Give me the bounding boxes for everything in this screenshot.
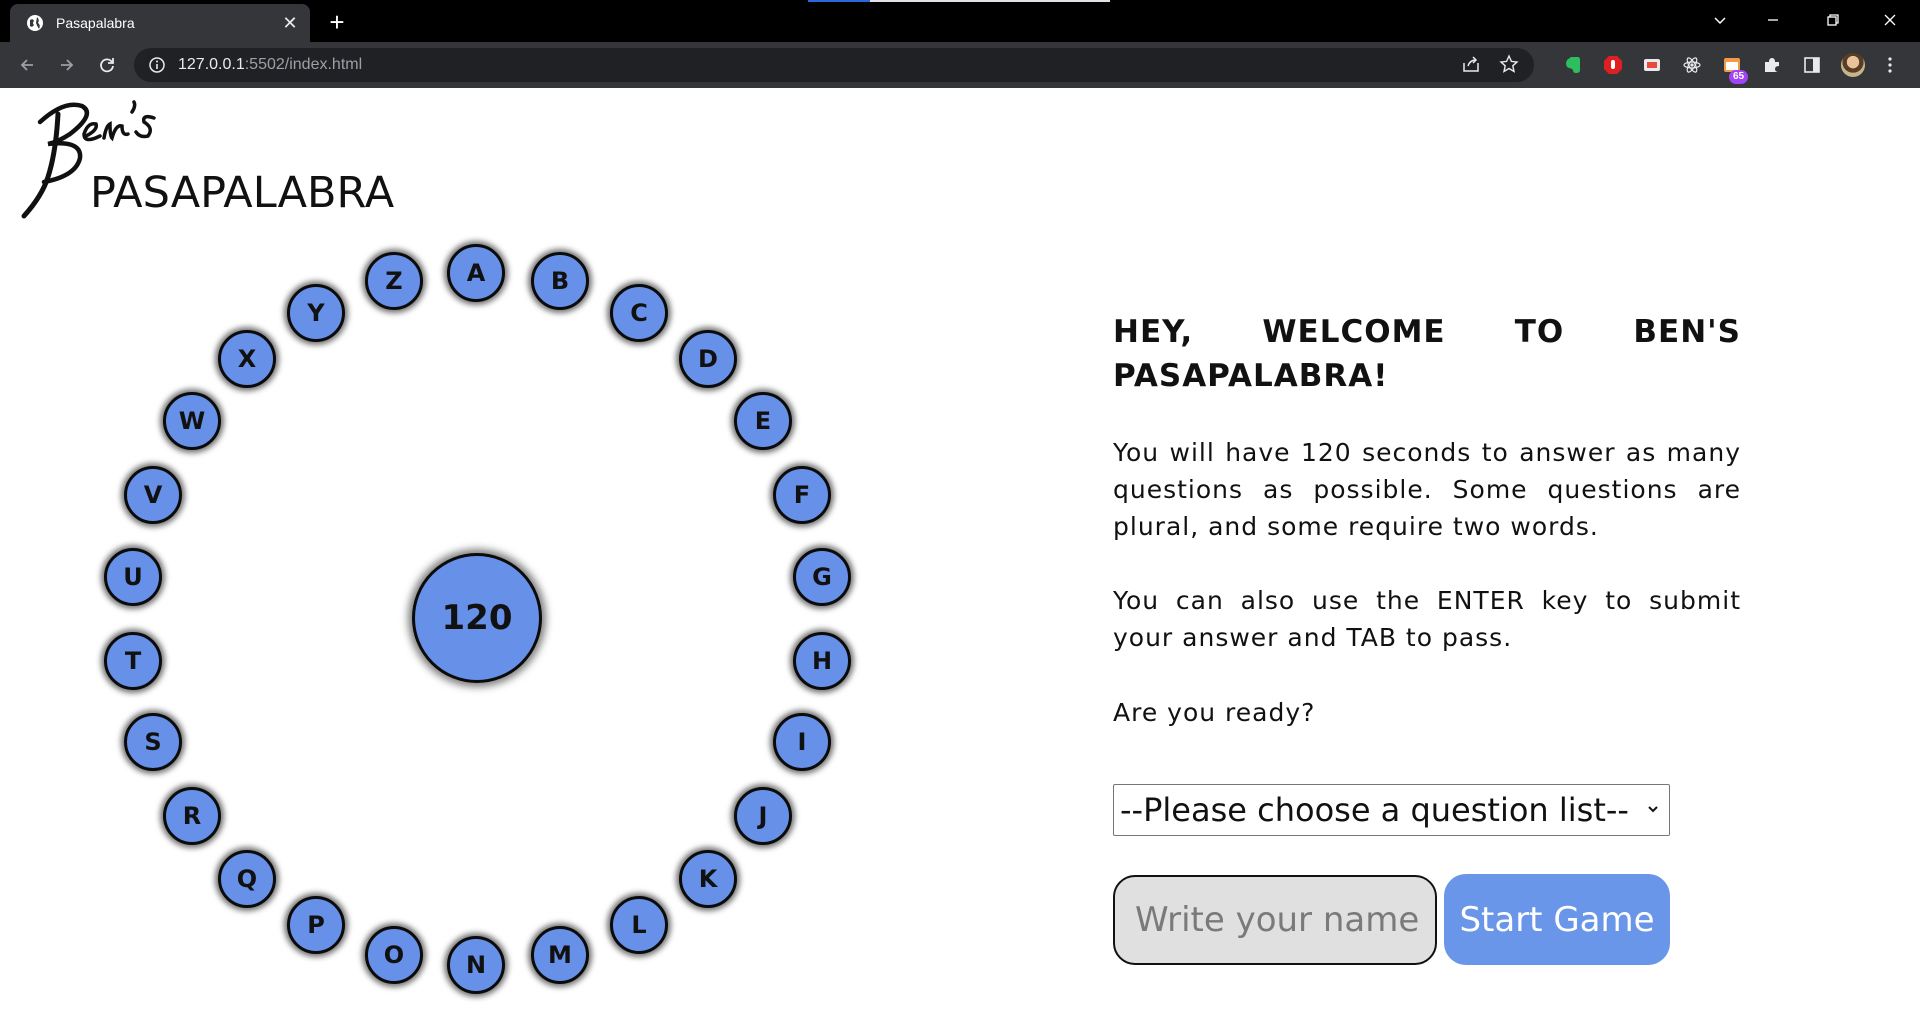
minimize-icon[interactable]: [1745, 0, 1801, 40]
cast-icon[interactable]: [1642, 55, 1662, 75]
letter-p: P: [287, 896, 345, 954]
tab-search-icon[interactable]: [1692, 0, 1748, 40]
letter-a: A: [447, 244, 505, 302]
letter-o: O: [365, 926, 423, 984]
letter-b: B: [531, 252, 589, 310]
letter-r: R: [163, 787, 221, 845]
letter-c: C: [610, 284, 668, 342]
question-list-select[interactable]: --Please choose a question list--: [1113, 784, 1670, 836]
name-input[interactable]: Write your name: [1113, 875, 1437, 965]
avatar[interactable]: [1841, 53, 1865, 77]
extensions-puzzle-icon[interactable]: [1762, 55, 1782, 75]
letter-ring: A B C D E F G H I J K L M N O P Q R S T …: [0, 0, 1000, 1027]
letter-e: E: [734, 392, 792, 450]
letter-m: M: [531, 926, 589, 984]
letter-s: S: [124, 713, 182, 771]
heading-word: WELCOME: [1262, 314, 1446, 350]
select-value: --Please choose a question list--: [1120, 791, 1629, 829]
letter-v: V: [124, 466, 182, 524]
countdown-timer: 120: [412, 553, 542, 683]
letter-l: L: [610, 896, 668, 954]
side-panel-icon[interactable]: [1802, 55, 1822, 75]
start-game-button[interactable]: Start Game: [1444, 874, 1670, 965]
letter-q: Q: [218, 850, 276, 908]
letter-u: U: [104, 548, 162, 606]
letter-j: J: [734, 787, 792, 845]
heading-line2: PASAPALABRA!: [1113, 358, 1389, 394]
react-devtools-icon[interactable]: [1682, 55, 1702, 75]
welcome-heading: HEY, WELCOME TO BEN'S PASAPALABRA!: [1113, 310, 1741, 398]
share-icon[interactable]: [1460, 53, 1482, 75]
letter-t: T: [104, 632, 162, 690]
ready-prompt: Are you ready?: [1113, 698, 1316, 727]
heading-word: BEN'S: [1633, 314, 1741, 350]
evernote-icon[interactable]: [1563, 55, 1583, 75]
menu-dots-icon[interactable]: [1880, 55, 1900, 75]
bookmark-star-icon[interactable]: [1498, 53, 1520, 75]
letter-n: N: [447, 936, 505, 994]
chevron-down-icon: [1648, 806, 1658, 813]
extension-badge: 65: [1729, 70, 1749, 84]
letter-h: H: [793, 632, 851, 690]
letter-f: F: [773, 466, 831, 524]
letter-i: I: [773, 713, 831, 771]
close-window-icon[interactable]: [1862, 0, 1918, 40]
restore-icon[interactable]: [1805, 0, 1861, 40]
letter-g: G: [793, 548, 851, 606]
letter-d: D: [679, 330, 737, 388]
keyboard-hint-paragraph: You can also use the ENTER key to submit…: [1113, 586, 1741, 652]
letter-x: X: [218, 330, 276, 388]
adblock-icon[interactable]: [1603, 55, 1623, 75]
letter-y: Y: [287, 284, 345, 342]
welcome-panel: HEY, WELCOME TO BEN'S PASAPALABRA! You w…: [1113, 310, 1741, 727]
heading-word: TO: [1514, 314, 1565, 350]
instructions-paragraph: You will have 120 seconds to answer as m…: [1113, 438, 1741, 541]
letter-w: W: [163, 392, 221, 450]
letter-z: Z: [365, 252, 423, 310]
heading-word: HEY,: [1113, 314, 1194, 350]
letter-k: K: [679, 850, 737, 908]
